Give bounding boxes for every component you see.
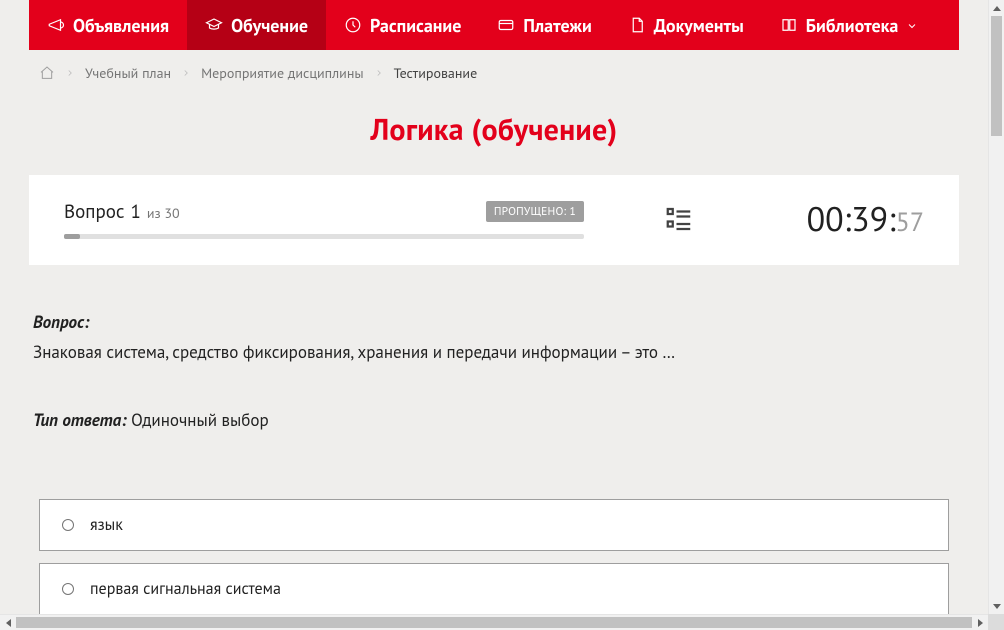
payment-icon (497, 16, 515, 34)
breadcrumb: Учебный план Мероприятие дисциплины Тест… (29, 50, 959, 86)
page-title: Логика (обучение) (29, 110, 959, 149)
scroll-thumb[interactable] (16, 617, 972, 628)
breadcrumb-link[interactable]: Мероприятие дисциплины (201, 64, 364, 82)
answer-type: Тип ответа: Одиночный выбор (33, 409, 955, 431)
document-icon (628, 16, 646, 34)
scroll-right-arrow[interactable] (972, 615, 988, 630)
nav-label: Документы (654, 14, 744, 37)
progress-fill (64, 234, 80, 239)
question-total: 30 (164, 204, 179, 222)
breadcrumb-current: Тестирование (394, 64, 478, 82)
timer-main: 00:39: (807, 197, 896, 241)
top-nav: Объявления Обучение Расписание (29, 0, 959, 50)
option-item[interactable]: язык (39, 499, 949, 551)
skipped-badge: ПРОПУЩЕНО: 1 (486, 201, 584, 222)
education-icon (205, 16, 223, 34)
radio-icon (62, 583, 74, 595)
scroll-thumb[interactable] (991, 16, 1002, 136)
scroll-corner (988, 614, 1004, 630)
nav-item-documents[interactable]: Документы (610, 0, 762, 50)
scroll-down-arrow[interactable] (989, 598, 1004, 614)
clock-icon (344, 16, 362, 34)
status-card: Вопрос 1 из 30 ПРОПУЩЕНО: 1 (29, 175, 959, 265)
nav-item-education[interactable]: Обучение (187, 0, 326, 50)
timer-seconds: 57 (896, 206, 924, 239)
scroll-up-arrow[interactable] (989, 0, 1004, 16)
vertical-scrollbar[interactable] (988, 0, 1004, 614)
question-body: Вопрос: Знаковая система, средство фикси… (33, 311, 955, 614)
option-item[interactable]: первая сигнальная система (39, 563, 949, 614)
of-word: из (147, 204, 161, 222)
question-number: 1 (130, 200, 140, 224)
nav-item-library[interactable]: Библиотека (762, 0, 937, 50)
radio-icon (62, 519, 74, 531)
chevron-down-icon (906, 14, 918, 37)
nav-label: Расписание (370, 14, 461, 37)
nav-label: Платежи (523, 14, 591, 37)
question-counter: Вопрос 1 из 30 (64, 200, 180, 224)
question-word: Вопрос (64, 200, 124, 224)
answer-type-label: Тип ответа: (33, 409, 127, 431)
nav-item-announcements[interactable]: Объявления (29, 0, 187, 50)
breadcrumb-link[interactable]: Учебный план (85, 64, 171, 82)
option-text: язык (90, 515, 123, 535)
home-icon[interactable] (39, 65, 55, 81)
nav-label: Обучение (231, 14, 308, 37)
chevron-right-icon (65, 64, 75, 82)
nav-item-schedule[interactable]: Расписание (326, 0, 479, 50)
chevron-right-icon (181, 64, 191, 82)
question-text: Знаковая система, средство фиксирования,… (33, 341, 955, 365)
horizontal-scrollbar[interactable] (0, 614, 988, 630)
announce-icon (47, 16, 65, 34)
question-label: Вопрос: (33, 311, 955, 333)
nav-label: Объявления (73, 14, 169, 37)
options-list: язык первая сигнальная система письменна… (33, 499, 955, 614)
nav-label: Библиотека (806, 14, 899, 37)
question-list-button[interactable] (664, 204, 694, 234)
scroll-left-arrow[interactable] (0, 615, 16, 630)
answer-type-value: Одиночный выбор (131, 409, 269, 431)
timer: 00:39:57 (807, 197, 924, 241)
option-text: первая сигнальная система (90, 579, 281, 599)
nav-item-payments[interactable]: Платежи (479, 0, 609, 50)
progress-bar (64, 234, 584, 239)
chevron-right-icon (374, 64, 384, 82)
library-icon (780, 16, 798, 34)
